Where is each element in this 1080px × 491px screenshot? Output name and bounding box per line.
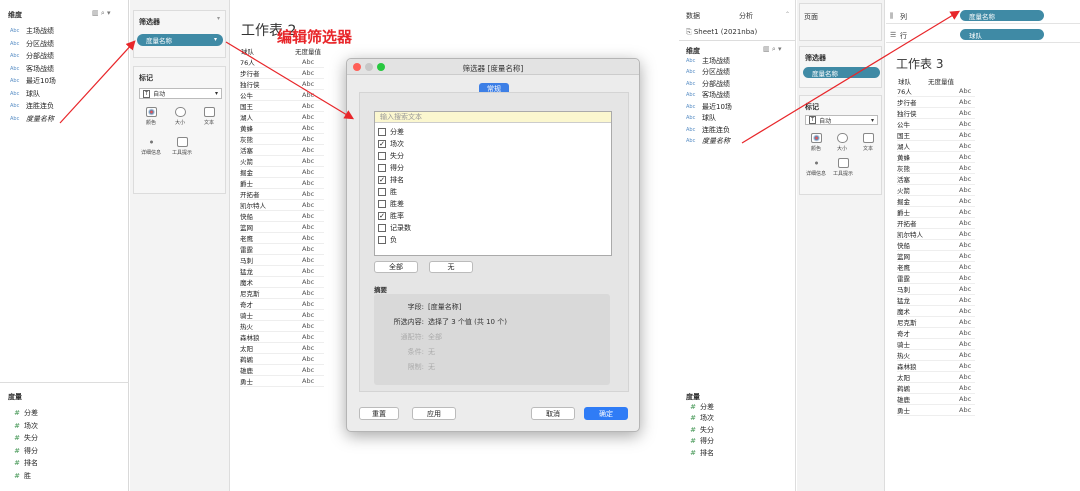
annotation-arrows (59, 10, 961, 144)
arrow-dimension-to-filter (59, 40, 136, 124)
arrow-dimension-to-columns (741, 10, 961, 144)
arrow-filter-to-dialog (225, 41, 355, 120)
